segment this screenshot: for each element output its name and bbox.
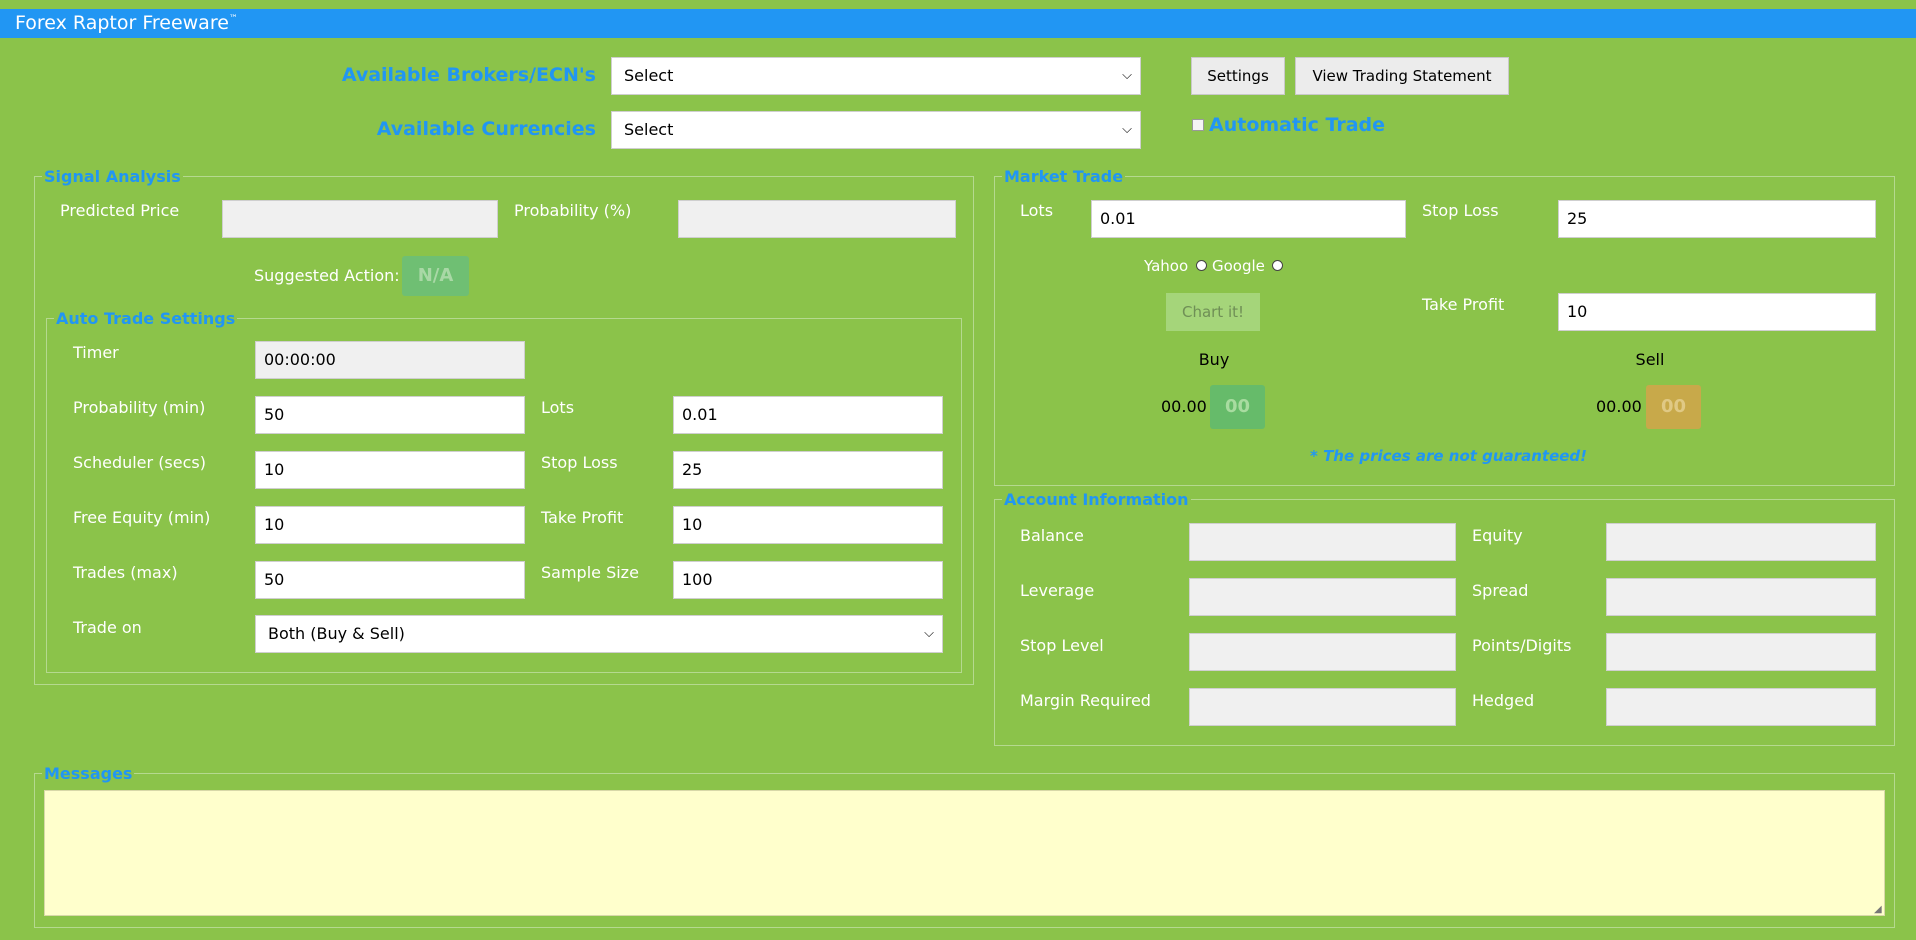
brokers-select[interactable]: Select ⌵	[611, 57, 1141, 95]
stop-level-label: Stop Level	[1020, 636, 1104, 655]
leverage-label: Leverage	[1020, 581, 1095, 600]
resize-handle-icon[interactable]: ◢	[1874, 904, 1882, 915]
sample-size-label: Sample Size	[541, 563, 639, 582]
currencies-select-value: Select	[624, 120, 674, 139]
chevron-down-icon: ⌵	[1122, 122, 1132, 137]
trademark-symbol: ™	[228, 14, 238, 24]
google-radio[interactable]	[1272, 260, 1283, 271]
currencies-label: Available Currencies	[376, 118, 596, 140]
market-lots-input[interactable]: 0.01	[1091, 200, 1406, 238]
free-equity-label: Free Equity (min)	[73, 508, 211, 527]
messages-legend: Messages	[44, 764, 133, 783]
balance-label: Balance	[1020, 526, 1084, 545]
auto-lots-label: Lots	[541, 398, 575, 417]
predicted-price-label: Predicted Price	[60, 201, 180, 220]
hedged-field	[1606, 688, 1876, 726]
chevron-down-icon: ⌵	[1122, 68, 1132, 83]
scheduler-input[interactable]: 10	[255, 451, 525, 489]
scheduler-label: Scheduler (secs)	[73, 453, 206, 472]
points-digits-label: Points/Digits	[1472, 636, 1572, 655]
buy-button[interactable]: 00	[1210, 385, 1265, 429]
sell-price: 00.00	[1596, 397, 1642, 416]
sell-label: Sell	[1635, 350, 1665, 369]
auto-stop-loss-label: Stop Loss	[541, 453, 618, 472]
auto-trade-settings-legend: Auto Trade Settings	[56, 309, 236, 328]
equity-label: Equity	[1472, 526, 1523, 545]
leverage-field	[1189, 578, 1456, 616]
prices-disclaimer: * The prices are not guaranteed!	[1310, 447, 1587, 465]
timer-label: Timer	[73, 343, 119, 362]
trades-max-label: Trades (max)	[73, 563, 178, 582]
probability-min-label: Probability (min)	[73, 398, 206, 417]
predicted-price-field	[222, 200, 498, 238]
settings-button[interactable]: Settings	[1191, 57, 1285, 95]
suggested-action-label: Suggested Action:	[254, 266, 400, 285]
yahoo-label: Yahoo	[1144, 257, 1189, 275]
equity-field	[1606, 523, 1876, 561]
spread-field	[1606, 578, 1876, 616]
currencies-select[interactable]: Select ⌵	[611, 111, 1141, 149]
suggested-action-badge: N/A	[402, 256, 469, 296]
automatic-trade-checkbox[interactable]	[1192, 119, 1204, 131]
brokers-label: Available Brokers/ECN's	[341, 64, 596, 86]
app-title-bar: Forex Raptor Freeware™	[0, 9, 1916, 38]
margin-required-label: Margin Required	[1020, 691, 1151, 710]
trade-on-label: Trade on	[73, 618, 142, 637]
market-take-profit-input[interactable]: 10	[1558, 293, 1876, 331]
sell-button[interactable]: 00	[1646, 385, 1701, 429]
google-label: Google	[1212, 257, 1265, 275]
buy-price: 00.00	[1161, 397, 1207, 416]
timer-field: 00:00:00	[255, 341, 525, 379]
market-lots-label: Lots	[1020, 201, 1054, 220]
probability-label: Probability (%)	[514, 201, 632, 220]
view-trading-statement-button[interactable]: View Trading Statement	[1295, 57, 1509, 95]
signal-analysis-legend: Signal Analysis	[44, 167, 181, 186]
messages-textarea[interactable]	[44, 790, 1885, 916]
yahoo-radio[interactable]	[1196, 260, 1207, 271]
automatic-trade-label: Automatic Trade	[1209, 114, 1386, 136]
sample-size-input[interactable]: 100	[673, 561, 943, 599]
hedged-label: Hedged	[1472, 691, 1535, 710]
trades-max-input[interactable]: 50	[255, 561, 525, 599]
chart-it-button[interactable]: Chart it!	[1166, 293, 1260, 331]
trade-on-select-value: Both (Buy & Sell)	[268, 624, 405, 643]
market-take-profit-label: Take Profit	[1422, 295, 1505, 314]
market-trade-legend: Market Trade	[1004, 167, 1124, 186]
trade-on-select[interactable]: Both (Buy & Sell) ⌵	[255, 615, 943, 653]
app-title: Forex Raptor Freeware	[15, 12, 229, 34]
auto-take-profit-label: Take Profit	[541, 508, 624, 527]
market-stop-loss-input[interactable]: 25	[1558, 200, 1876, 238]
auto-stop-loss-input[interactable]: 25	[673, 451, 943, 489]
auto-lots-input[interactable]: 0.01	[673, 396, 943, 434]
market-stop-loss-label: Stop Loss	[1422, 201, 1499, 220]
stop-level-field	[1189, 633, 1456, 671]
margin-required-field	[1189, 688, 1456, 726]
account-information-legend: Account Information	[1004, 490, 1189, 509]
auto-take-profit-input[interactable]: 10	[673, 506, 943, 544]
brokers-select-value: Select	[624, 66, 674, 85]
spread-label: Spread	[1472, 581, 1529, 600]
points-digits-field	[1606, 633, 1876, 671]
probability-field	[678, 200, 956, 238]
free-equity-input[interactable]: 10	[255, 506, 525, 544]
buy-label: Buy	[1198, 350, 1230, 369]
balance-field	[1189, 523, 1456, 561]
chevron-down-icon: ⌵	[924, 626, 934, 641]
probability-min-input[interactable]: 50	[255, 396, 525, 434]
